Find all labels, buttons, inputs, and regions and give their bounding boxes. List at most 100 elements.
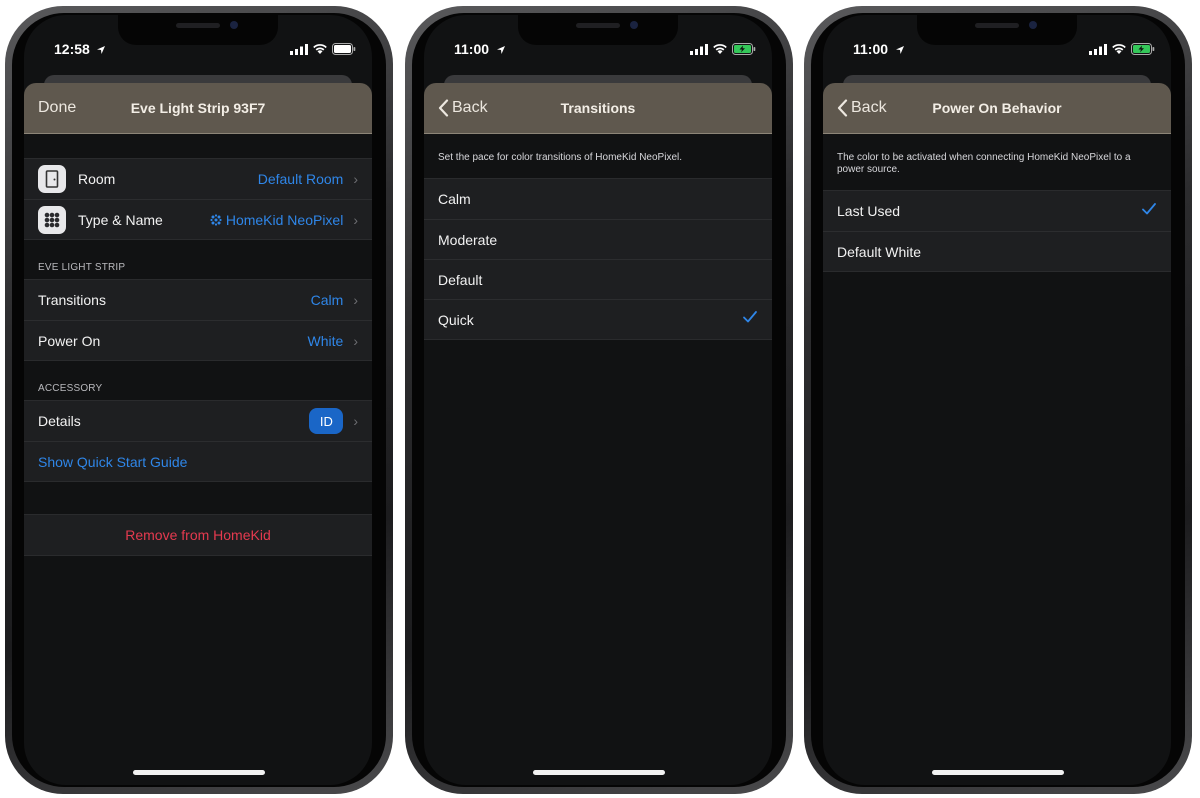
transitions-row[interactable]: Transitions Calm ›: [24, 280, 372, 320]
navigation-bar: Done Eve Light Strip 93F7: [24, 83, 372, 134]
accessory-group: Details ID › Show Quick Start Guide: [24, 400, 372, 482]
notch: [917, 15, 1077, 45]
back-button[interactable]: Back: [837, 99, 887, 117]
done-button[interactable]: Done: [38, 99, 76, 117]
option-calm[interactable]: Calm: [424, 179, 772, 219]
location-arrow-icon: [496, 42, 506, 60]
option-label: Calm: [438, 191, 471, 207]
wifi-icon: [313, 44, 327, 54]
status-time: 11:00: [454, 41, 490, 57]
remove-label: Remove from HomeKid: [125, 527, 271, 543]
option-label: Default White: [837, 243, 922, 260]
screen-accessory-settings: 12:58 Done Eve Light Strip 93F7 Room Def…: [24, 15, 372, 785]
type-name-row[interactable]: Type & Name HomeKid NeoPixel ›: [24, 199, 372, 239]
notch: [518, 15, 678, 45]
remove-group: Remove from HomeKid: [24, 514, 372, 556]
screen-power-on-behavior: 11:00 Back Power On Behavior The color t…: [823, 15, 1171, 785]
type-name-value: HomeKid NeoPixel: [225, 211, 344, 228]
transitions-value: Calm: [310, 292, 344, 308]
chevron-right-icon: ›: [353, 211, 358, 228]
navigation-bar: Back Power On Behavior: [823, 83, 1171, 134]
back-button[interactable]: Back: [438, 99, 488, 117]
option-quick[interactable]: Quick: [424, 299, 772, 339]
transitions-label: Transitions: [38, 292, 106, 308]
phone-frame-3: 11:00 Back Power On Behavior The color t…: [804, 6, 1192, 794]
transitions-description: Set the pace for color transitions of Ho…: [438, 152, 683, 163]
option-last-used[interactable]: Last Used: [823, 191, 1171, 231]
front-camera: [630, 21, 638, 29]
chevron-right-icon: ›: [353, 292, 358, 308]
light-strip-group: Transitions Calm › Power On White ›: [24, 279, 372, 361]
speaker-grille: [975, 23, 1019, 28]
option-label: Quick: [438, 311, 474, 328]
status-icons: [1089, 43, 1155, 55]
chevron-left-icon: [438, 99, 449, 117]
section-header-eve-light-strip: EVE LIGHT STRIP: [38, 262, 126, 273]
power-on-list: The color to be activated when connectin…: [823, 134, 1171, 785]
chevron-left-icon: [837, 99, 848, 117]
option-label: Default: [438, 271, 483, 288]
settings-list: Room Default Room › Type & Name HomeKid …: [24, 134, 372, 785]
transition-options-group: Calm Moderate Default Quick: [424, 178, 772, 340]
type-name-label: Type & Name: [78, 211, 163, 228]
power-on-value: White: [307, 332, 344, 349]
checkmark-icon: [742, 310, 758, 329]
homekid-logo-icon: [210, 213, 222, 226]
home-indicator[interactable]: [932, 770, 1064, 775]
location-arrow-icon: [96, 42, 106, 60]
back-label: Back: [452, 99, 488, 116]
details-label: Details: [38, 413, 81, 429]
signal-icon: [1089, 43, 1107, 55]
quick-start-guide-label: Show Quick Start Guide: [38, 453, 188, 470]
light-strip-icon: [38, 205, 66, 234]
chevron-right-icon: ›: [353, 332, 358, 349]
door-icon: [38, 165, 66, 193]
battery-icon: [332, 43, 356, 55]
front-camera: [1029, 21, 1037, 29]
power-on-description: The color to be activated when connectin…: [837, 152, 1131, 175]
power-on-options-group: Last Used Default White: [823, 190, 1171, 272]
phone-frame-2: 11:00 Back Transitions Set the pace for …: [405, 6, 793, 794]
signal-icon: [690, 43, 708, 55]
option-label: Last Used: [837, 203, 901, 219]
status-icons: [690, 43, 756, 55]
speaker-grille: [176, 23, 220, 28]
status-time: 12:58: [54, 41, 90, 57]
quick-start-guide-link[interactable]: Show Quick Start Guide: [24, 441, 372, 481]
option-moderate[interactable]: Moderate: [424, 219, 772, 259]
back-label: Back: [851, 99, 887, 116]
remove-from-homekid-button[interactable]: Remove from HomeKid: [24, 515, 372, 555]
room-row[interactable]: Room Default Room ›: [24, 159, 372, 199]
room-type-group: Room Default Room › Type & Name HomeKid …: [24, 158, 372, 240]
room-value: Default Room: [257, 171, 344, 187]
details-row[interactable]: Details ID ›: [24, 401, 372, 441]
chevron-right-icon: ›: [353, 171, 358, 187]
section-header-accessory: ACCESSORY: [38, 383, 103, 394]
battery-charging-icon: [732, 43, 756, 55]
power-on-row[interactable]: Power On White ›: [24, 320, 372, 360]
home-indicator[interactable]: [133, 770, 265, 775]
transitions-list: Set the pace for color transitions of Ho…: [424, 134, 772, 785]
screen-transitions: 11:00 Back Transitions Set the pace for …: [424, 15, 772, 785]
room-label: Room: [78, 171, 116, 187]
navigation-bar: Back Transitions: [424, 83, 772, 134]
checkmark-icon: [1141, 202, 1157, 221]
status-time: 11:00: [853, 41, 889, 57]
home-indicator[interactable]: [533, 770, 665, 775]
option-default[interactable]: Default: [424, 259, 772, 299]
speaker-grille: [576, 23, 620, 28]
battery-charging-icon: [1131, 43, 1155, 55]
location-arrow-icon: [895, 42, 905, 60]
chevron-right-icon: ›: [353, 413, 358, 429]
status-icons: [290, 43, 356, 55]
wifi-icon: [1112, 44, 1126, 54]
power-on-label: Power On: [38, 332, 101, 349]
option-default-white[interactable]: Default White: [823, 231, 1171, 271]
phone-frame-1: 12:58 Done Eve Light Strip 93F7 Room Def…: [5, 6, 393, 794]
wifi-icon: [713, 44, 727, 54]
front-camera: [230, 21, 238, 29]
option-label: Moderate: [438, 231, 498, 248]
signal-icon: [290, 43, 308, 55]
notch: [118, 15, 278, 45]
id-badge: ID: [309, 408, 344, 434]
